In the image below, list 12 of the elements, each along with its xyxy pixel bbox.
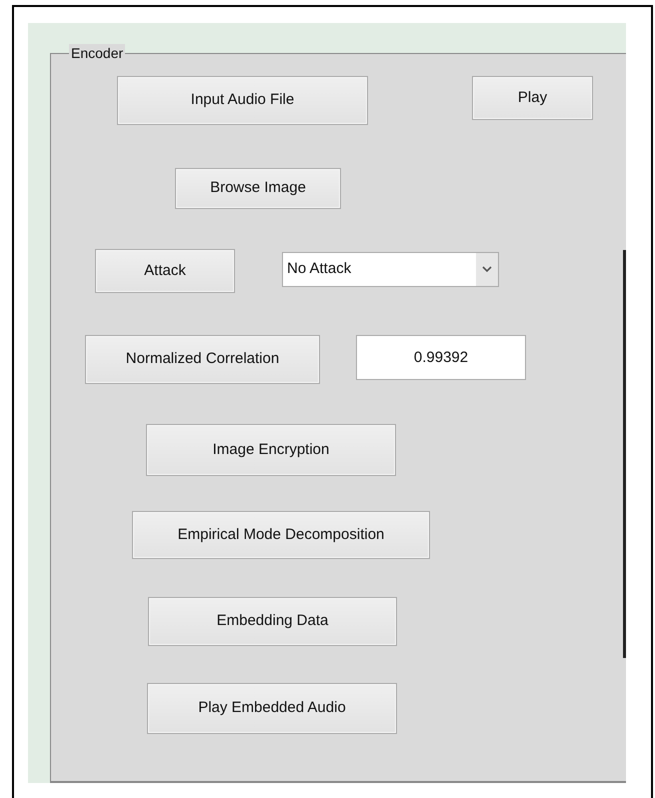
action-button[interactable]: Image Encryption: [146, 424, 396, 476]
chevron-down-icon: [482, 266, 492, 273]
action-button[interactable]: Attack: [95, 249, 235, 293]
action-button[interactable]: Normalized Correlation: [85, 335, 320, 384]
action-button[interactable]: Play Embedded Audio: [147, 683, 397, 734]
action-button[interactable]: Input Audio File: [117, 76, 368, 125]
action-button[interactable]: Browse Image: [175, 168, 341, 209]
correlation-field[interactable]: 0.99392: [356, 335, 526, 380]
action-button[interactable]: Play: [472, 76, 593, 120]
action-button[interactable]: Embedding Data: [148, 597, 397, 646]
attack-dropdown[interactable]: No Attack: [282, 252, 499, 287]
action-button[interactable]: Empirical Mode Decomposition: [132, 511, 430, 559]
